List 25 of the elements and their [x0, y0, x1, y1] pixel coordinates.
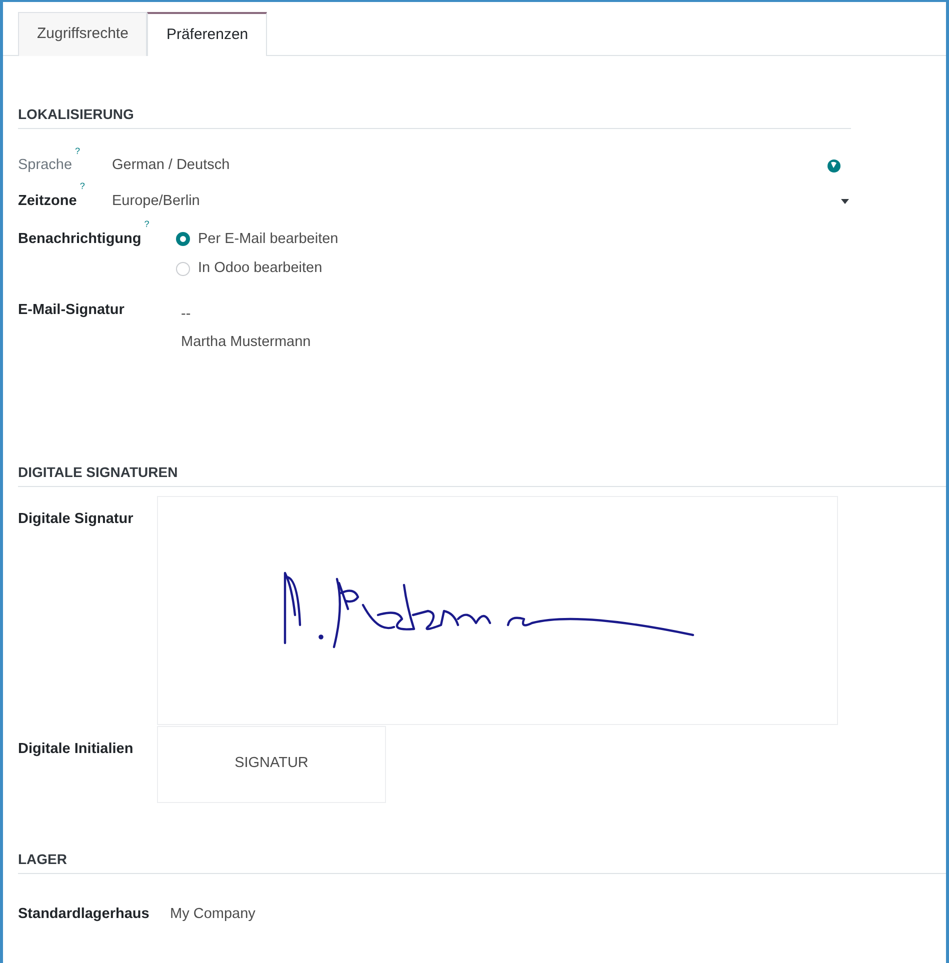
- field-label: E-Mail-Signatur: [18, 302, 124, 318]
- help-icon: ?: [75, 146, 80, 156]
- option-label: In Odoo bearbeiten: [198, 259, 322, 278]
- field-label: Standardlagerhaus: [18, 906, 150, 922]
- field-label: Benachrichtigung: [18, 230, 142, 246]
- option-label: Per E-Mail bearbeiten: [198, 230, 338, 248]
- tab[interactable]: Präferenzen: [147, 12, 268, 56]
- field-label: Zeitzone: [18, 192, 77, 209]
- signature-line: --: [181, 305, 192, 324]
- radio-button[interactable]: [176, 232, 190, 246]
- field-value: My Company: [170, 904, 256, 924]
- field-value: Europe/Berlin: [112, 192, 200, 211]
- tab[interactable]: Zugriffsrechte: [18, 12, 148, 56]
- initials-pad[interactable]: SIGNATUR: [157, 726, 386, 802]
- help-icon: ?: [80, 181, 85, 192]
- help-icon: ?: [144, 219, 150, 229]
- field-label: Digitale Signatur: [18, 510, 134, 526]
- signature-line: Martha Mustermann: [181, 332, 311, 352]
- section-heading: LOKALISIERUNG: [18, 104, 851, 129]
- field-label: Sprache: [18, 157, 72, 173]
- field-value: German / Deutsch: [112, 156, 230, 175]
- section-heading: LAGER: [18, 848, 946, 874]
- section-heading: DIGITALE SIGNATUREN: [18, 462, 946, 486]
- caret-icon[interactable]: [841, 199, 849, 204]
- field-label: Digitale Initialien: [18, 740, 134, 756]
